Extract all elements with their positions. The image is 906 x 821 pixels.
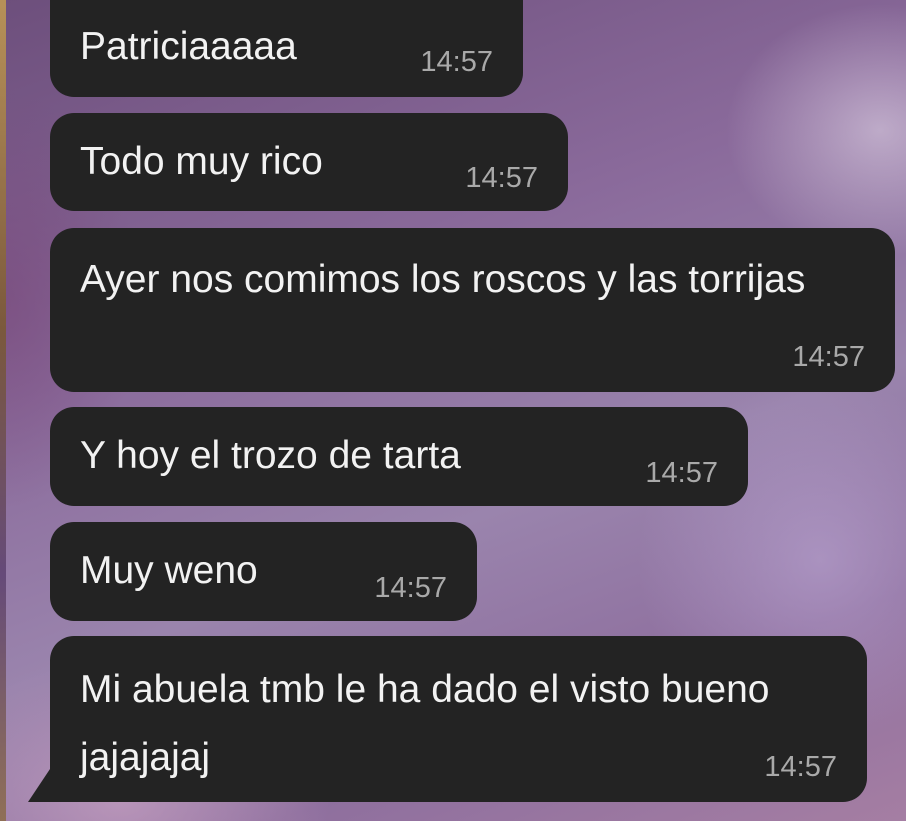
message-text: Patriciaaaaa [80, 25, 297, 68]
message-bubble[interactable]: Mi abuela tmb le ha dado el visto bueno … [50, 636, 867, 802]
message-text: Ayer nos comimos los roscos y las torrij… [80, 258, 806, 301]
message-timestamp: 14:57 [764, 751, 837, 783]
message-bubble[interactable]: Y hoy el trozo de tarta 14:57 [50, 407, 748, 506]
message-bubble[interactable]: Patriciaaaaa 14:57 [50, 0, 523, 97]
message-timestamp: 14:57 [792, 341, 865, 373]
message-text: Mi abuela tmb le ha dado el visto bueno … [80, 668, 770, 779]
message-bubble[interactable]: Ayer nos comimos los roscos y las torrij… [50, 228, 895, 392]
message-bubble[interactable]: Muy weno 14:57 [50, 522, 477, 621]
message-timestamp: 14:57 [645, 457, 718, 489]
message-timestamp: 14:57 [465, 162, 538, 194]
message-text: Muy weno [80, 549, 258, 592]
message-text: Y hoy el trozo de tarta [80, 434, 461, 477]
bubble-tail [28, 766, 52, 802]
message-timestamp: 14:57 [374, 572, 447, 604]
message-text: Todo muy rico [80, 140, 323, 183]
message-timestamp: 14:57 [420, 46, 493, 78]
wallpaper-edge [0, 0, 6, 821]
message-bubble[interactable]: Todo muy rico 14:57 [50, 113, 568, 211]
